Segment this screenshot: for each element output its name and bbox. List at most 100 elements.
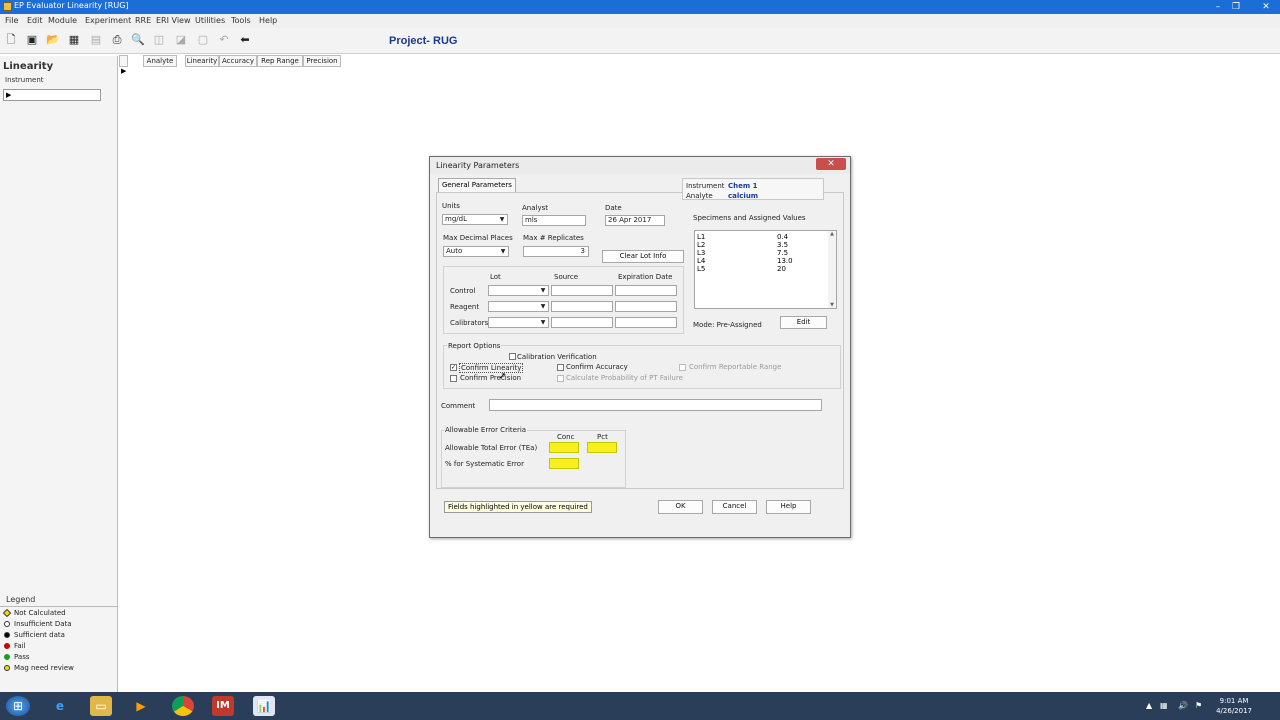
conc-header: Conc xyxy=(557,433,575,441)
linearity-parameters-dialog: Linearity Parameters ✕ General Parameter… xyxy=(429,156,851,538)
lot-header: Lot xyxy=(490,273,501,281)
confirm-precision-checkbox[interactable] xyxy=(450,375,457,382)
calc-probability-label: Calculate Probability of PT Failure xyxy=(566,374,683,382)
close-window-button[interactable]: ✕ xyxy=(1259,1,1273,13)
specimens-scrollbar[interactable]: ▲ ▼ xyxy=(828,231,836,308)
dialog-close-button[interactable]: ✕ xyxy=(816,158,846,170)
confirm-accuracy-checkbox[interactable] xyxy=(557,364,564,371)
reagent-expiration-field[interactable] xyxy=(615,301,677,312)
units-label: Units xyxy=(442,202,460,210)
menu-help[interactable]: Help xyxy=(259,16,277,25)
col-accuracy[interactable]: Accuracy xyxy=(219,55,257,67)
taskbar-clock[interactable]: 9:01 AM 4/26/2017 xyxy=(1216,696,1252,716)
sufficient-data-icon xyxy=(4,632,10,638)
preview-icon[interactable]: 🔍 xyxy=(130,32,146,48)
analyte-label: Analyte xyxy=(686,192,713,200)
open-icon[interactable]: 📂 xyxy=(45,32,61,48)
undo-icon[interactable]: ↶ xyxy=(216,32,232,48)
tea-pct-field[interactable] xyxy=(587,442,617,453)
menu-eri-view[interactable]: ERI View xyxy=(156,16,191,25)
scroll-up-icon: ▲ xyxy=(830,231,834,237)
chrome-icon[interactable] xyxy=(172,696,194,716)
max-decimal-select[interactable]: Auto ▼ xyxy=(443,246,509,257)
date-field[interactable]: 26 Apr 2017 xyxy=(605,215,665,226)
volume-icon[interactable]: 🔊 xyxy=(1178,701,1188,710)
col-linearity[interactable]: Linearity xyxy=(185,55,219,67)
legend-item: Pass xyxy=(4,653,30,663)
calibrators-lot-select[interactable]: ▼ xyxy=(488,317,549,328)
confirm-accuracy-label: Confirm Accuracy xyxy=(566,363,628,371)
col-rep-range[interactable]: Rep Range xyxy=(257,55,303,67)
clock-time: 9:01 AM xyxy=(1219,697,1249,705)
tray-arrow-icon[interactable]: ▲ xyxy=(1146,701,1152,710)
units-select[interactable]: mg/dL ▼ xyxy=(442,214,508,225)
instrument-value: Chem 1 xyxy=(728,182,758,190)
ep-evaluator-icon[interactable]: 📊 xyxy=(253,696,275,716)
chevron-down-icon: ▼ xyxy=(540,287,546,294)
window-title: EP Evaluator Linearity [RUG] xyxy=(14,1,129,10)
network-icon[interactable]: ▦ xyxy=(1160,701,1168,710)
legend-divider xyxy=(0,606,118,607)
comment-label: Comment xyxy=(441,402,476,410)
tea-conc-field[interactable] xyxy=(549,442,579,453)
media-player-icon[interactable]: ▶ xyxy=(130,696,152,716)
file-explorer-icon[interactable]: ▭ xyxy=(90,696,112,716)
menu-module[interactable]: Module xyxy=(48,16,77,25)
help-button[interactable]: Help xyxy=(766,500,811,514)
disabled-icon-3[interactable]: ▢ xyxy=(195,32,211,48)
tab-general-parameters[interactable]: General Parameters xyxy=(438,178,516,192)
specimens-list[interactable]: L1 0.4 L2 3.5 L3 7.5 L4 13.0 L5 20 ▲ ▼ xyxy=(694,230,837,309)
insufficient-data-icon xyxy=(4,621,10,627)
control-source-field[interactable] xyxy=(551,285,613,296)
instrument-row[interactable]: ▶ xyxy=(3,89,101,101)
calc-probability-checkbox[interactable] xyxy=(557,375,564,382)
chevron-down-icon: ▼ xyxy=(540,303,546,310)
reagent-source-field[interactable] xyxy=(551,301,613,312)
disabled-icon-1[interactable]: ◫ xyxy=(151,32,167,48)
calc-icon[interactable]: ▤ xyxy=(88,32,104,48)
confirm-reportable-checkbox[interactable] xyxy=(679,364,686,371)
internet-explorer-icon[interactable]: e xyxy=(49,696,71,716)
allowable-error-label: Allowable Error Criteria xyxy=(444,426,528,434)
comment-field[interactable] xyxy=(489,399,822,411)
grid-icon[interactable]: ▦ xyxy=(66,32,82,48)
ok-button[interactable]: OK xyxy=(658,500,703,514)
clear-lot-info-button[interactable]: Clear Lot Info xyxy=(602,250,684,263)
reagent-lot-select[interactable]: ▼ xyxy=(488,301,549,312)
systematic-error-field[interactable] xyxy=(549,458,579,469)
cancel-button[interactable]: Cancel xyxy=(712,500,757,514)
col-precision[interactable]: Precision xyxy=(303,55,341,67)
new-icon[interactable]: 🗋 xyxy=(3,32,19,48)
menu-rre[interactable]: RRE xyxy=(135,16,151,25)
confirm-linearity-checkbox[interactable]: ✓ xyxy=(450,364,457,371)
minimize-button[interactable]: – xyxy=(1211,1,1225,13)
disabled-icon-2[interactable]: ◪ xyxy=(173,32,189,48)
start-button-icon[interactable]: ⊞ xyxy=(6,696,30,716)
mouse-cursor-icon: ➚ xyxy=(498,371,507,382)
report-options-label: Report Options xyxy=(447,342,502,350)
control-lot-select[interactable]: ▼ xyxy=(488,285,549,296)
menu-edit[interactable]: Edit xyxy=(27,16,43,25)
calibrators-expiration-field[interactable] xyxy=(615,317,677,328)
control-expiration-field[interactable] xyxy=(615,285,677,296)
edit-specimens-button[interactable]: Edit xyxy=(780,316,827,329)
calibrators-label: Calibrators xyxy=(450,319,489,327)
menu-tools[interactable]: Tools xyxy=(231,16,251,25)
im-app-icon[interactable]: IM xyxy=(212,696,234,716)
menu-bar: File Edit Module Experiment RRE ERI View… xyxy=(0,14,1280,28)
dialog-title: Linearity Parameters xyxy=(436,161,520,170)
menu-experiment[interactable]: Experiment xyxy=(85,16,131,25)
back-arrow-icon[interactable]: ⬅ xyxy=(237,32,253,48)
calibration-verification-checkbox[interactable] xyxy=(509,353,516,360)
max-decimal-label: Max Decimal Places xyxy=(443,234,513,242)
col-analyte[interactable]: Analyte xyxy=(143,55,177,67)
flag-icon[interactable]: ⚑ xyxy=(1195,701,1202,710)
calibrators-source-field[interactable] xyxy=(551,317,613,328)
maximize-button[interactable]: ❐ xyxy=(1229,1,1243,13)
analyst-field[interactable]: mls xyxy=(522,215,586,226)
open-project-icon[interactable]: ▣ xyxy=(24,32,40,48)
menu-file[interactable]: File xyxy=(5,16,18,25)
print-icon[interactable]: ⎙ xyxy=(109,32,125,48)
menu-utilities[interactable]: Utilities xyxy=(195,16,225,25)
max-replicates-field[interactable]: 3 xyxy=(523,246,589,257)
